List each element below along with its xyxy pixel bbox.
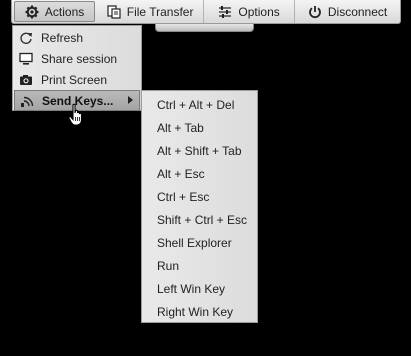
power-icon — [309, 5, 321, 18]
menu-item-print-screen[interactable]: Print Screen — [13, 69, 141, 90]
actions-label: Actions — [44, 4, 85, 19]
key-alt-esc[interactable]: Alt + Esc — [142, 163, 257, 186]
refresh-icon — [20, 32, 32, 44]
key-ctrl-esc[interactable]: Ctrl + Esc — [142, 186, 257, 209]
options-label: Options — [238, 4, 280, 19]
key-shift-ctrl-esc[interactable]: Shift + Ctrl + Esc — [142, 209, 257, 232]
submenu-arrow-icon — [128, 96, 133, 104]
key-ctrl-alt-del[interactable]: Ctrl + Alt + Del — [142, 94, 257, 117]
camera-icon — [20, 74, 32, 85]
file-transfer-button[interactable]: File Transfer — [97, 0, 205, 23]
sliders-icon — [219, 5, 232, 18]
menu-item-label: Print Screen — [41, 72, 108, 87]
actions-button[interactable]: Actions — [14, 1, 96, 22]
top-toolbar: Actions File Transfer Options Disconnect — [11, 0, 401, 24]
send-keys-submenu: Ctrl + Alt + Del Alt + Tab Alt + Shift +… — [141, 90, 258, 323]
key-shell-explorer[interactable]: Shell Explorer — [142, 232, 257, 255]
toolbar-pull-tab[interactable] — [155, 24, 254, 32]
key-left-win[interactable]: Left Win Key — [142, 278, 257, 301]
disconnect-button[interactable]: Disconnect — [295, 0, 400, 23]
gear-icon — [25, 5, 39, 18]
menu-item-refresh[interactable]: Refresh — [13, 27, 141, 48]
monitor-icon — [19, 52, 33, 65]
hand-cursor-icon — [68, 103, 83, 126]
menu-item-share-session[interactable]: Share session — [13, 48, 141, 69]
options-button[interactable]: Options — [204, 0, 296, 23]
file-transfer-icon — [107, 4, 121, 19]
disconnect-label: Disconnect — [327, 4, 388, 19]
file-transfer-label: File Transfer — [126, 4, 194, 19]
signal-icon — [21, 96, 34, 107]
menu-item-label: Refresh — [41, 30, 84, 45]
actions-menu: Refresh Share session Print Screen Send … — [12, 25, 142, 111]
key-right-win[interactable]: Right Win Key — [142, 301, 257, 324]
menu-item-label: Share session — [41, 51, 118, 66]
key-run[interactable]: Run — [142, 255, 257, 278]
key-alt-shift-tab[interactable]: Alt + Shift + Tab — [142, 140, 257, 163]
key-alt-tab[interactable]: Alt + Tab — [142, 117, 257, 140]
